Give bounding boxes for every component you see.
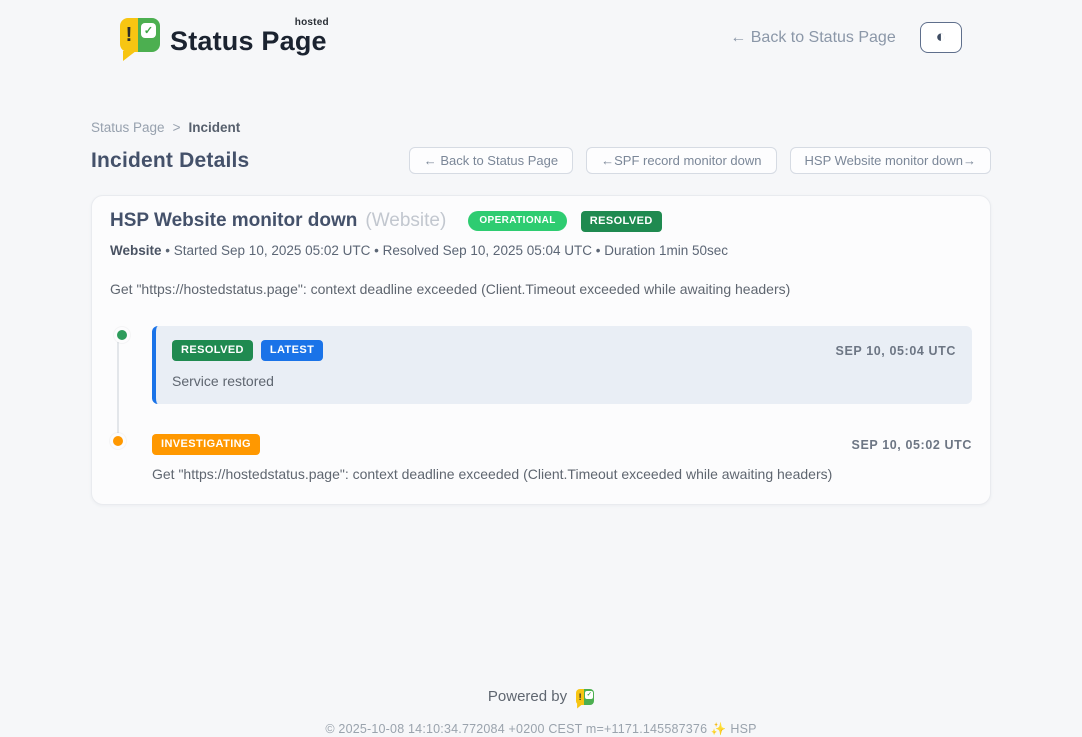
- copyright-text: © 2025-10-08 14:10:34.772084 +0200 CEST …: [91, 722, 991, 737]
- footer: Powered by ! ✓ © 2025-10-08 14:10:34.772…: [91, 688, 991, 737]
- prev-incident-button[interactable]: ←SPF record monitor down: [586, 147, 776, 174]
- status-page-mini-logo-icon[interactable]: ! ✓: [576, 689, 594, 705]
- mini-logo-green-half: ✓: [584, 689, 594, 705]
- breadcrumb-incident: Incident: [188, 120, 240, 135]
- timeline-timestamp: SEP 10, 05:02 UTC: [852, 438, 972, 452]
- timeline-entry-header: INVESTIGATING SEP 10, 05:02 UTC: [152, 434, 972, 455]
- breadcrumb-status-page[interactable]: Status Page: [91, 120, 165, 135]
- breadcrumb: Status Page > Incident: [91, 120, 991, 135]
- incident-title: HSP Website monitor down: [110, 210, 357, 232]
- logo-green-half: ✓: [138, 18, 160, 52]
- powered-by-label: Powered by: [488, 688, 567, 705]
- mini-logo-bubble-tail: [577, 704, 583, 709]
- timeline-connector-line: [117, 342, 119, 438]
- meta-details: • Started Sep 10, 2025 05:02 UTC • Resol…: [165, 243, 728, 258]
- header-back-link[interactable]: ← Back to Status Page: [730, 29, 895, 47]
- logo-title: Status Page: [170, 26, 327, 56]
- logo-hosted-label: hosted: [295, 17, 329, 28]
- mini-logo-check-icon: ✓: [585, 691, 593, 699]
- incident-component-label: (Website): [365, 210, 446, 232]
- theme-toggle-button[interactable]: ◐: [920, 22, 962, 52]
- timeline-entry-investigating: INVESTIGATING SEP 10, 05:02 UTC Get "htt…: [152, 434, 972, 482]
- investigating-badge: INVESTIGATING: [152, 434, 260, 455]
- logo-check-icon: ✓: [141, 23, 156, 38]
- logo-exclamation-icon: !: [120, 18, 138, 52]
- incident-description: Get "https://hostedstatus.page": context…: [110, 281, 972, 297]
- logo-text: hosted Status Page: [170, 18, 327, 57]
- powered-by-row: Powered by ! ✓: [91, 688, 991, 705]
- status-page-logo-icon: ! ✓: [120, 18, 160, 52]
- meta-component-name: Website: [110, 243, 162, 258]
- timeline-entry-resolved: RESOLVED LATEST SEP 10, 05:04 UTC Servic…: [152, 326, 972, 404]
- back-to-status-page-button[interactable]: ← Back to Status Page: [409, 147, 573, 174]
- timeline-entry-header: RESOLVED LATEST SEP 10, 05:04 UTC: [172, 340, 956, 361]
- operational-status-badge: OPERATIONAL: [468, 211, 566, 231]
- page-title: Incident Details: [91, 149, 249, 173]
- incident-meta: Website • Started Sep 10, 2025 05:02 UTC…: [110, 243, 972, 258]
- app-logo[interactable]: ! ✓ hosted Status Page: [120, 18, 327, 57]
- next-incident-button[interactable]: HSP Website monitor down→: [790, 147, 991, 174]
- header: ! ✓ hosted Status Page ← Back to Status …: [0, 0, 1082, 73]
- resolved-state-badge: RESOLVED: [581, 211, 662, 232]
- incident-timeline: RESOLVED LATEST SEP 10, 05:04 UTC Servic…: [110, 326, 972, 482]
- main-content: Status Page > Incident Incident Details …: [91, 120, 991, 737]
- timeline-message: Service restored: [172, 373, 956, 389]
- half-moon-contrast-icon: ◐: [936, 26, 946, 48]
- mini-logo-exclamation-icon: !: [576, 689, 584, 705]
- heading-row: Incident Details ← Back to Status Page ←…: [91, 147, 991, 174]
- incident-nav-buttons: ← Back to Status Page ←SPF record monito…: [409, 147, 991, 174]
- timeline-timestamp: SEP 10, 05:04 UTC: [836, 344, 956, 358]
- resolved-badge: RESOLVED: [172, 340, 253, 361]
- incident-title-row: HSP Website monitor down (Website) OPERA…: [110, 210, 972, 232]
- logo-bubble-tail: [123, 51, 136, 61]
- incident-card: HSP Website monitor down (Website) OPERA…: [91, 195, 991, 505]
- breadcrumb-separator: >: [173, 120, 181, 135]
- latest-badge: LATEST: [261, 340, 323, 361]
- timeline-dot-orange: [110, 433, 126, 449]
- header-right: ← Back to Status Page ◐: [730, 22, 962, 52]
- timeline-dot-green: [114, 327, 130, 343]
- timeline-message: Get "https://hostedstatus.page": context…: [152, 466, 972, 482]
